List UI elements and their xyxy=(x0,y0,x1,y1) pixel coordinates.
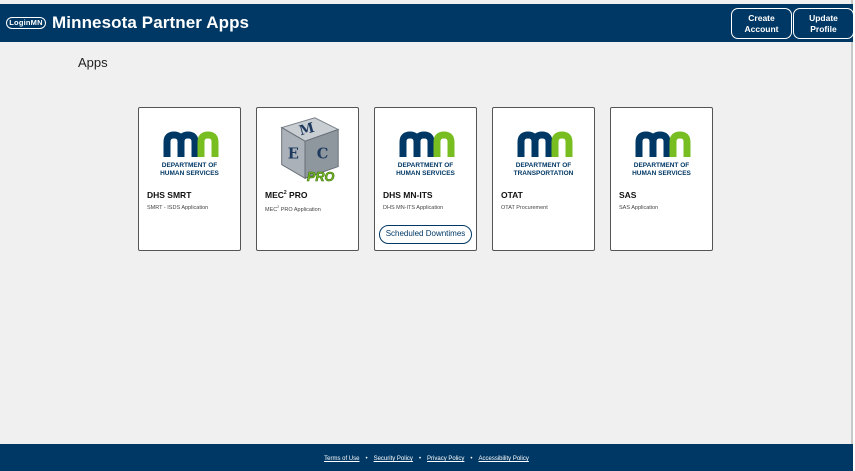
cube-pro-text: PRO xyxy=(307,170,335,184)
logo-line-1: DEPARTMENT OF xyxy=(516,162,572,169)
app-card-otat[interactable]: DEPARTMENT OF TRANSPORTATION OTAT OTAT P… xyxy=(492,107,595,251)
card-title: OTAT xyxy=(501,190,523,200)
update-profile-label-line1: Update xyxy=(809,13,838,23)
mn-dot-logo-icon: DEPARTMENT OF TRANSPORTATION xyxy=(514,131,574,177)
logo-line-1: DEPARTMENT OF xyxy=(162,162,218,169)
accessibility-policy-link[interactable]: Accessibility Policy xyxy=(479,456,529,462)
logo-line-1: DEPARTMENT OF xyxy=(398,162,454,169)
card-subtitle: SMRT - ISDS Application xyxy=(147,205,209,211)
top-header-bar: LoginMN Minnesota Partner Apps Create Ac… xyxy=(0,4,854,42)
create-account-button[interactable]: Create Account xyxy=(731,8,792,39)
card-title-text: MEC xyxy=(265,190,284,200)
scheduled-downtimes-button[interactable]: Scheduled Downtimes xyxy=(379,225,472,244)
cube-letter-c: C xyxy=(317,146,329,163)
page-title: Apps xyxy=(78,55,108,70)
card-title: MEC2 PRO xyxy=(265,190,307,200)
app-card-sas[interactable]: DEPARTMENT OF HUMAN SERVICES SAS SAS App… xyxy=(610,107,713,251)
mn-dhs-logo-icon: DEPARTMENT OF HUMAN SERVICES xyxy=(396,131,456,177)
card-title: DHS SMRT xyxy=(147,190,192,200)
app-card-dhs-smrt[interactable]: DEPARTMENT OF HUMAN SERVICES DHS SMRT SM… xyxy=(138,107,241,251)
footer-separator: • xyxy=(365,456,368,462)
page-frame: LoginMN Minnesota Partner Apps Create Ac… xyxy=(0,0,854,471)
mec2-pro-cube-icon: M E C PRO xyxy=(280,117,340,184)
card-subtitle: DHS MN-ITS Application xyxy=(383,205,444,211)
card-title: DHS MN-ITS xyxy=(383,190,433,200)
mn-dhs-logo-icon: DEPARTMENT OF HUMAN SERVICES xyxy=(160,131,220,177)
card-subtitle: SAS Application xyxy=(619,205,659,211)
card-subtitle-text: MEC xyxy=(265,206,278,213)
footer-separator: • xyxy=(470,456,473,462)
cube-letter-e: E xyxy=(288,146,299,163)
create-account-label-line1: Create xyxy=(748,13,775,23)
login-mn-logo[interactable]: LoginMN xyxy=(6,17,46,29)
update-profile-button[interactable]: Update Profile xyxy=(793,8,854,39)
logo-line-2: HUMAN SERVICES xyxy=(396,170,455,177)
card-subtitle: OTAT Procurement xyxy=(501,205,548,211)
card-title: SAS xyxy=(619,190,637,200)
logo-line-1: DEPARTMENT OF xyxy=(634,162,690,169)
create-account-label-line2: Account xyxy=(744,24,779,34)
card-title-rest: PRO xyxy=(286,190,308,200)
terms-of-use-link[interactable]: Terms of Use xyxy=(324,456,359,462)
footer-separator: • xyxy=(418,456,422,462)
card-subtitle-rest: PRO Application xyxy=(279,206,321,213)
app-title: Minnesota Partner Apps xyxy=(52,13,250,32)
logo-line-2: HUMAN SERVICES xyxy=(632,170,691,177)
mn-dhs-logo-icon: DEPARTMENT OF HUMAN SERVICES xyxy=(632,131,692,177)
app-card-mec2-pro[interactable]: M E C PRO MEC2 PRO MEC2 PRO Application xyxy=(256,107,359,251)
footer-links: Terms of Use • Security Policy • Privacy Pol… xyxy=(0,456,853,462)
privacy-policy-link[interactable]: Privacy Policy xyxy=(427,456,464,462)
logo-line-2: HUMAN SERVICES xyxy=(160,170,219,177)
update-profile-label-line2: Profile xyxy=(810,24,837,34)
app-card-dhs-mn-its[interactable]: DEPARTMENT OF HUMAN SERVICES DHS MN-ITS … xyxy=(374,107,477,251)
footer-bar: Terms of Use • Security Policy • Privacy Pol… xyxy=(0,444,853,471)
logo-line-2: TRANSPORTATION xyxy=(514,170,574,177)
card-subtitle: MEC2 PRO Application xyxy=(265,205,321,213)
security-policy-link[interactable]: Security Policy xyxy=(374,456,413,462)
